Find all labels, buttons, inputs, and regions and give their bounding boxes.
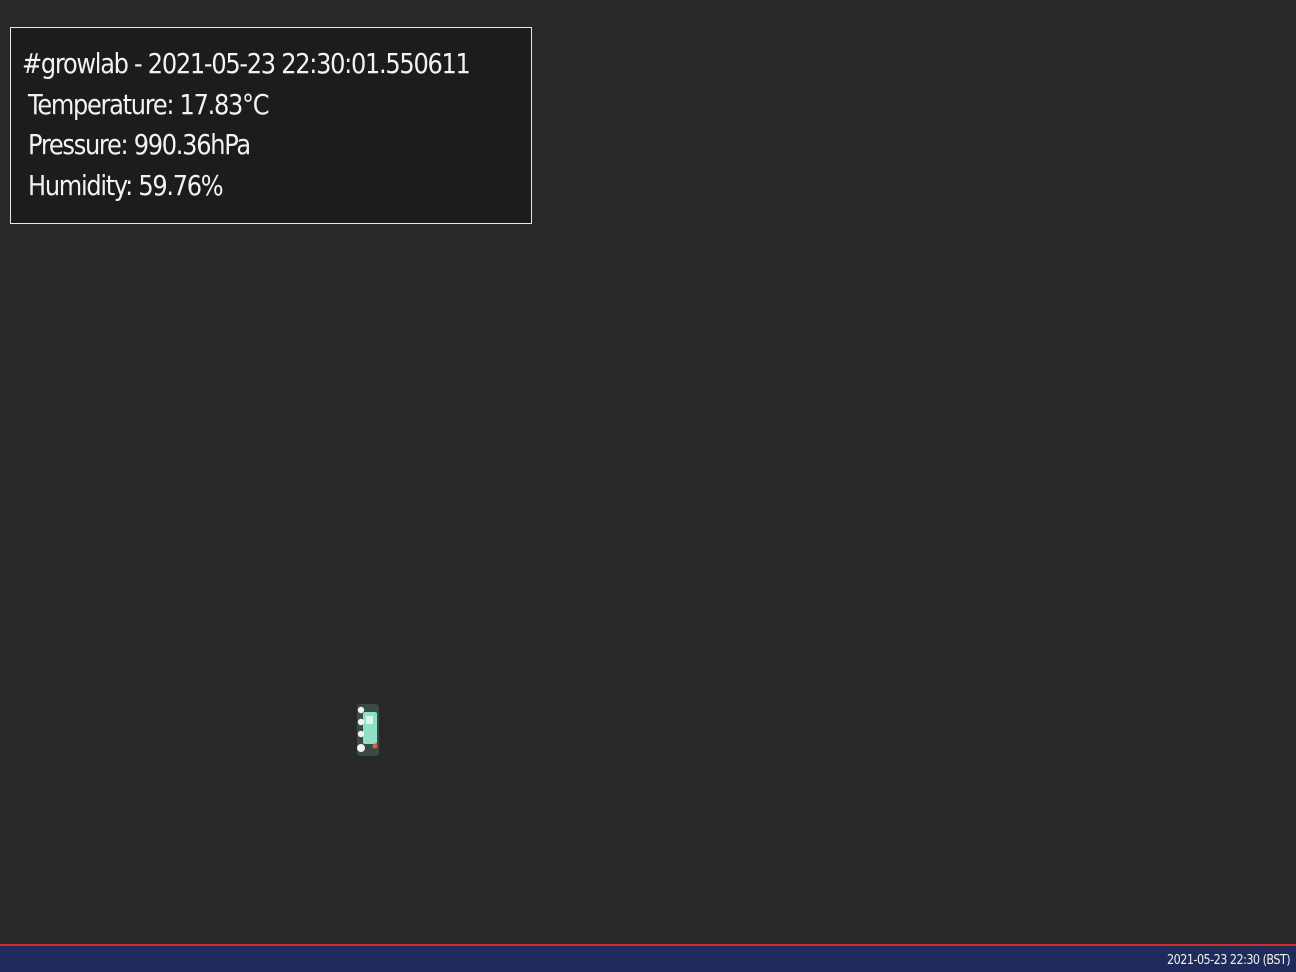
sensor-board-icon [357,704,379,756]
sensor-board-highlight [366,716,373,724]
sensor-board-led [372,743,378,749]
pressure-reading: Pressure: 990.36hPa [28,128,251,161]
footer-timestamp: 2021-05-23 22:30 (BST) [1166,953,1291,968]
sensor-board-pin [357,730,365,738]
sensor-board-pin [357,706,365,714]
camera-frame: #growlab - 2021-05-23 22:30:01.550611 Te… [0,0,1296,972]
footer-bar: 2021-05-23 22:30 (BST) [0,946,1296,972]
sensor-board-pin [357,718,365,726]
sensor-readings-overlay: #growlab - 2021-05-23 22:30:01.550611 Te… [10,27,532,224]
sensor-board-pin [357,744,365,752]
humidity-reading: Humidity: 59.76% [28,168,224,202]
temperature-reading: Temperature: 17.83°C [28,87,270,121]
overlay-title: #growlab - 2021-05-23 22:30:01.550611 [22,47,471,80]
